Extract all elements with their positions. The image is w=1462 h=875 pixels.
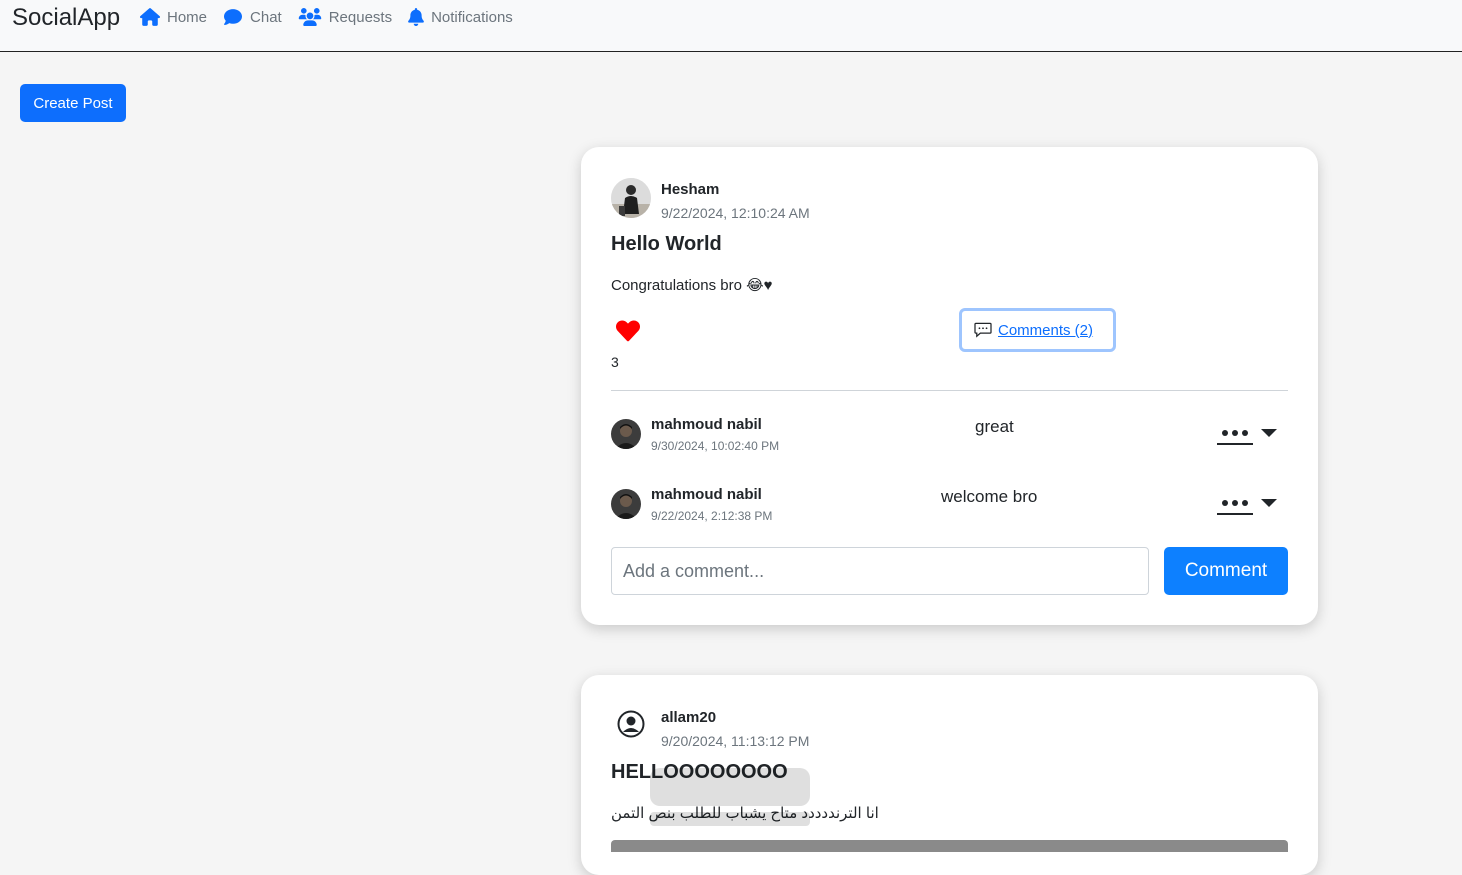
commenter-avatar[interactable] (611, 489, 641, 519)
post-title: Hello World (611, 233, 722, 255)
nav-item-notifications[interactable]: Notifications (408, 6, 513, 28)
nav-label-requests: Requests (328, 8, 393, 26)
comment-options-menu[interactable] (1217, 427, 1277, 445)
author-avatar[interactable] (611, 178, 651, 218)
post-date: 9/22/2024, 12:10:24 AM (661, 205, 810, 221)
like-count: 3 (611, 354, 619, 370)
ellipsis-icon (1217, 497, 1253, 515)
nav-links: Home Chat Requests Notifications (140, 6, 513, 28)
comment-date: 9/22/2024, 2:12:38 PM (651, 509, 773, 523)
commenter-avatar[interactable] (611, 419, 641, 449)
ellipsis-icon (1217, 427, 1253, 445)
post-date: 9/20/2024, 11:13:12 PM (661, 733, 810, 749)
post-author-name[interactable]: allam20 (661, 709, 716, 726)
caret-down-icon (1261, 429, 1277, 437)
comment-submit-button[interactable]: Comment (1164, 547, 1288, 595)
top-navbar: SocialApp Home Chat Requests Notificatio… (0, 0, 1462, 52)
post-author-name[interactable]: Hesham (661, 181, 719, 198)
author-avatar[interactable] (617, 710, 645, 738)
comment-bubble-icon (974, 322, 992, 338)
like-heart-icon[interactable] (615, 320, 641, 342)
chat-icon (224, 9, 243, 25)
comment-text: welcome bro (941, 487, 1038, 506)
comment-text: great (975, 417, 1014, 436)
nav-label-notifications: Notifications (431, 8, 513, 26)
post-body: انا الترنددددد متاح يشباب للطلب بنص التم… (611, 805, 879, 822)
nav-item-requests[interactable]: Requests (298, 6, 392, 28)
commenter-name[interactable]: mahmoud nabil (651, 486, 762, 503)
comments-toggle-button[interactable]: Comments (2) (959, 308, 1116, 352)
add-comment-input[interactable] (611, 547, 1149, 595)
post-card: allam20 9/20/2024, 11:13:12 PM HELLOOOOO… (581, 675, 1318, 875)
post-card: Hesham 9/22/2024, 12:10:24 AM Hello Worl… (581, 147, 1318, 625)
default-user-icon (617, 710, 645, 738)
post-divider (611, 390, 1288, 391)
post-body: Congratulations bro 😂♥ (611, 277, 773, 294)
caret-down-icon (1261, 499, 1277, 507)
comments-toggle-label: Comments (2) (998, 321, 1094, 339)
comment-options-menu[interactable] (1217, 497, 1277, 515)
nav-label-home: Home (167, 8, 208, 26)
nav-label-chat: Chat (250, 8, 282, 26)
post-title: HELLOOOOOOOO (611, 761, 788, 783)
nav-item-chat[interactable]: Chat (223, 6, 282, 28)
post-image[interactable] (611, 840, 1288, 852)
create-post-button[interactable]: Create Post (20, 84, 126, 122)
comment-date: 9/30/2024, 10:02:40 PM (651, 439, 780, 453)
bell-icon (408, 8, 424, 26)
home-icon (140, 8, 160, 26)
brand-logo[interactable]: SocialApp (12, 4, 120, 32)
users-icon (298, 8, 321, 26)
commenter-name[interactable]: mahmoud nabil (651, 416, 762, 433)
nav-item-home[interactable]: Home (140, 6, 207, 28)
